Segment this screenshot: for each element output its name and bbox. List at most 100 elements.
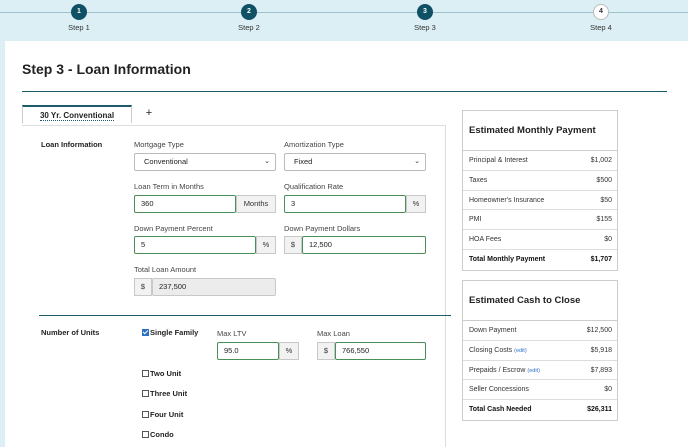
three-unit-label: Three Unit <box>150 389 188 398</box>
tab-label: 30 Yr. Conventional <box>39 111 115 121</box>
total-value: $1,707 <box>590 255 612 263</box>
summary-row: Down Payment $12,500 <box>463 321 617 341</box>
chevron-down-icon: ⌄ <box>264 158 270 165</box>
row-value: $0 <box>604 386 612 394</box>
single-family-checkbox[interactable]: Single Family <box>142 328 198 338</box>
checkbox-icon <box>142 390 149 397</box>
closing-costs-edit-link[interactable]: (edit) <box>514 348 527 354</box>
cash-to-close-summary: Estimated Cash to Close Down Payment $12,… <box>462 280 618 421</box>
four-unit-checkbox[interactable]: Four Unit <box>142 410 183 420</box>
amortization-type-label: Amortization Type <box>284 140 344 149</box>
amortization-type-select[interactable]: Fixed ⌄ <box>284 153 426 171</box>
row-value: $155 <box>596 216 612 224</box>
summary-total-row: Total Cash Needed $26,311 <box>463 400 617 420</box>
chevron-down-icon: ⌄ <box>414 158 420 165</box>
mortgage-type-value: Conventional <box>144 157 188 166</box>
main-card: Step 3 - Loan Information 30 Yr. Convent… <box>5 41 688 447</box>
checkbox-icon <box>142 411 149 418</box>
max-ltv-label: Max LTV <box>217 329 247 338</box>
step-4[interactable]: 4 Step 4 <box>571 4 631 32</box>
summary-row: PMI $155 <box>463 210 617 231</box>
summary-row: Homeowner's Insurance $50 <box>463 191 617 211</box>
checkbox-icon <box>142 370 149 377</box>
loan-term-input[interactable]: 360 <box>134 195 236 213</box>
step-3-dot: 3 <box>417 4 433 20</box>
mortgage-type-select[interactable]: Conventional ⌄ <box>134 153 276 171</box>
monthly-payment-title: Estimated Monthly Payment <box>463 111 617 151</box>
row-value: $5,918 <box>590 346 612 354</box>
prepaids-edit-link[interactable]: (edit) <box>527 368 540 374</box>
step-3[interactable]: 3 Step 3 <box>395 4 455 32</box>
title-divider <box>22 91 667 92</box>
step-1[interactable]: 1 Step 1 <box>49 4 109 32</box>
row-label: Principal & Interest <box>469 157 528 164</box>
step-1-label: Step 1 <box>68 23 90 32</box>
row-label: Taxes <box>469 176 488 184</box>
four-unit-label: Four Unit <box>150 410 184 419</box>
summary-row: Taxes $500 <box>463 171 617 191</box>
mortgage-type-label: Mortgage Type <box>134 140 184 149</box>
section-divider <box>39 315 451 316</box>
add-tab-button[interactable]: + <box>142 105 156 123</box>
qualification-rate-unit: % <box>406 195 426 213</box>
checkbox-checked-icon <box>142 329 149 336</box>
step-3-label: Step 3 <box>414 23 436 32</box>
step-1-dot: 1 <box>71 4 87 20</box>
step-4-label: Step 4 <box>590 23 612 32</box>
row-value: $12,500 <box>586 327 612 334</box>
down-payment-dollars-input[interactable]: 12,500 <box>302 236 426 254</box>
page-title: Step 3 - Loan Information <box>22 61 191 77</box>
summary-row: Seller Concessions $0 <box>463 380 617 401</box>
row-label: Homeowner's Insurance <box>469 196 545 204</box>
row-label: HOA Fees <box>469 236 502 244</box>
row-value: $500 <box>596 176 612 184</box>
max-loan-prefix: $ <box>317 342 335 360</box>
row-label: PMI <box>469 216 482 224</box>
max-loan-input[interactable]: 766,550 <box>335 342 426 360</box>
three-unit-checkbox[interactable]: Three Unit <box>142 389 187 399</box>
down-payment-dollars-prefix: $ <box>284 236 302 254</box>
two-unit-checkbox[interactable]: Two Unit <box>142 369 181 379</box>
total-label: Total Monthly Payment <box>469 255 546 263</box>
step-4-dot: 4 <box>593 4 609 20</box>
max-ltv-unit: % <box>279 342 299 360</box>
total-loan-amount-prefix: $ <box>134 278 152 296</box>
loan-information-label: Loan Information <box>41 140 103 149</box>
summary-total-row: Total Monthly Payment $1,707 <box>463 250 617 270</box>
max-ltv-input[interactable]: 95.0 <box>217 342 279 360</box>
row-label: Prepaids / Escrow <box>469 366 526 374</box>
down-payment-percent-unit: % <box>256 236 276 254</box>
monthly-payment-summary: Estimated Monthly Payment Principal & In… <box>462 110 618 271</box>
row-value: $7,893 <box>590 366 612 374</box>
summary-row: HOA Fees $0 <box>463 230 617 250</box>
row-value: $50 <box>600 196 612 204</box>
step-2-label: Step 2 <box>238 23 260 32</box>
checkbox-icon <box>142 431 149 438</box>
total-loan-amount-label: Total Loan Amount <box>134 265 197 274</box>
row-value: $0 <box>604 236 612 244</box>
loan-term-unit: Months <box>236 195 276 213</box>
amortization-type-value: Fixed <box>294 157 313 166</box>
down-payment-percent-label: Down Payment Percent <box>134 224 213 233</box>
row-label: Closing Costs <box>469 346 513 354</box>
row-value: $1,002 <box>590 157 612 164</box>
summary-row: Prepaids / Escrow (edit) $7,893 <box>463 361 617 381</box>
total-value: $26,311 <box>587 406 612 414</box>
down-payment-dollars-label: Down Payment Dollars <box>284 224 361 233</box>
condo-checkbox[interactable]: Condo <box>142 430 174 440</box>
progress-stepper: 1 Step 1 2 Step 2 3 Step 3 4 Step 4 <box>0 0 688 40</box>
tab-30yr-conventional[interactable]: 30 Yr. Conventional <box>22 105 132 123</box>
row-label: Down Payment <box>469 327 517 334</box>
step-2[interactable]: 2 Step 2 <box>219 4 279 32</box>
qualification-rate-input[interactable]: 3 <box>284 195 406 213</box>
cash-to-close-title: Estimated Cash to Close <box>463 281 617 321</box>
summary-row: Principal & Interest $1,002 <box>463 151 617 171</box>
down-payment-percent-input[interactable]: 5 <box>134 236 256 254</box>
loan-term-label: Loan Term in Months <box>134 182 204 191</box>
two-unit-label: Two Unit <box>150 369 182 378</box>
single-family-label: Single Family <box>150 328 199 337</box>
step-2-dot: 2 <box>241 4 257 20</box>
number-of-units-label: Number of Units <box>41 328 100 337</box>
max-loan-label: Max Loan <box>317 329 350 338</box>
loan-panel: Loan Information Mortgage Type Conventio… <box>22 125 451 447</box>
